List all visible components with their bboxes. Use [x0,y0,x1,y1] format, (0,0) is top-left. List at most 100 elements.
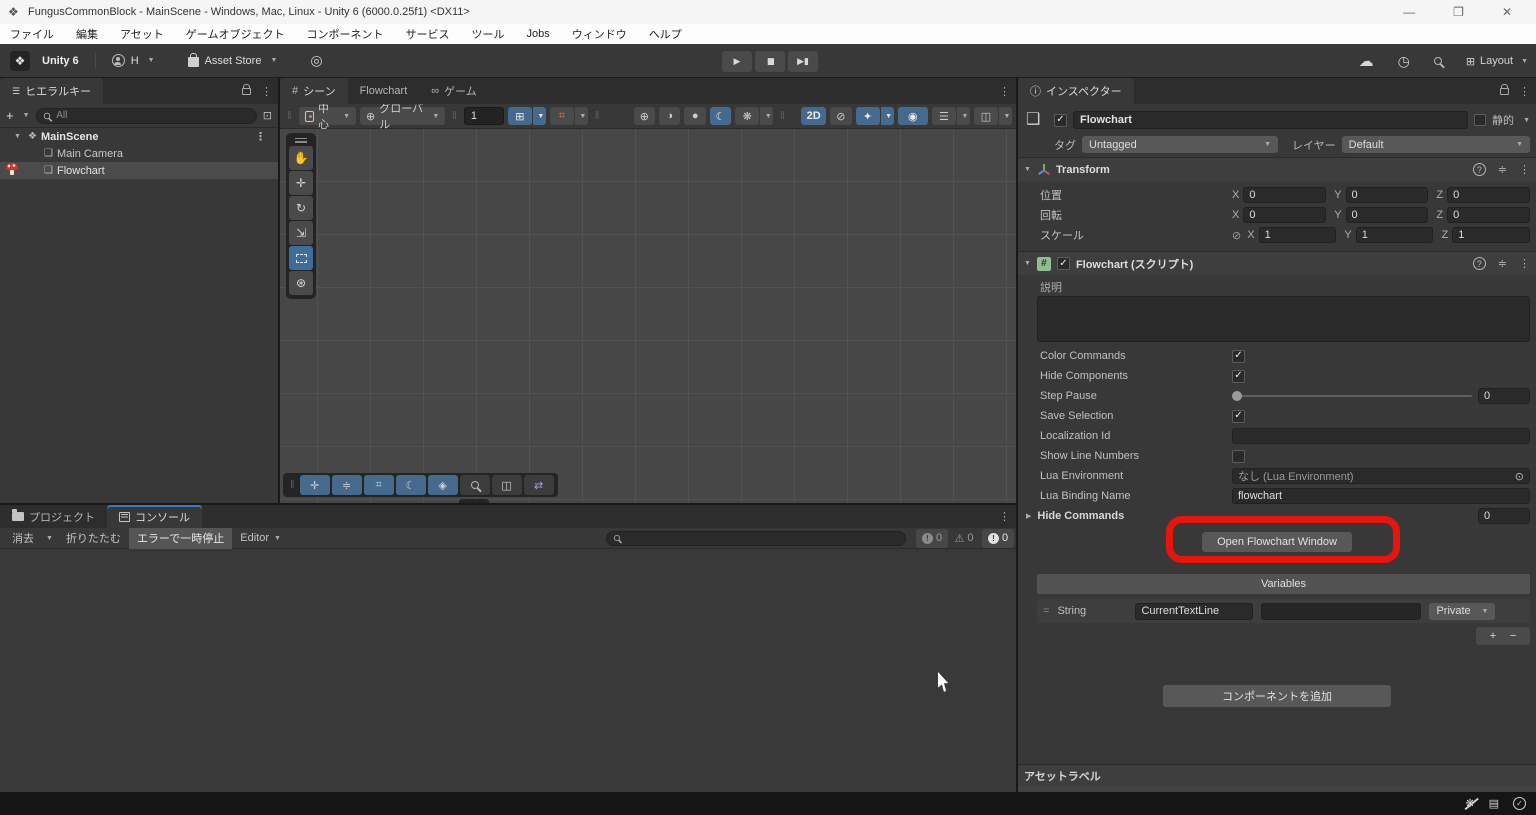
open-flowchart-window-button[interactable]: Open Flowchart Window [1202,532,1352,552]
account-dropdown-icon[interactable]: ▼ [148,57,155,64]
menu-help[interactable]: ヘルプ [649,26,682,42]
flowchart-component-header[interactable]: ▼ # ✓ Flowchart (スクリプト) ? ≑ ⋮ [1018,251,1536,275]
effects-toggle[interactable]: ✦ [856,107,880,125]
drag-handle-icon[interactable]: ‖ [287,110,292,122]
divider[interactable] [1016,78,1018,792]
show-line-numbers-checkbox[interactable] [1232,450,1245,463]
menu-assets[interactable]: アセット [120,26,164,42]
menu-edit[interactable]: 編集 [76,26,98,42]
help-icon[interactable]: ? [1473,163,1486,176]
layers-dropdown-icon[interactable]: ▼ [957,107,970,125]
transform-header[interactable]: ▼ Transform ? ≑ ⋮ [1018,157,1536,181]
tab-scene[interactable]: # シーン [280,78,348,104]
cache-stack-icon[interactable]: ▤ [1489,797,1499,810]
effects-dropdown-icon[interactable]: ▼ [881,107,894,125]
minimize-button[interactable]: — [1403,5,1415,19]
overlay-tools-toggle[interactable]: ✛ [300,475,330,495]
asset-store-dropdown-icon[interactable]: ▼ [270,57,277,64]
2d-toggle[interactable]: 2D [801,107,826,125]
console-log-area[interactable] [0,554,1016,790]
lighting-off-toggle[interactable]: ⊘ [830,107,851,125]
transform-tool-button[interactable]: ⊛ [289,271,313,295]
drag-handle-icon[interactable]: ‖ [290,479,295,491]
kebab-menu-icon[interactable]: ⋮ [1519,163,1530,176]
scene-viewport[interactable]: ✋ ✛ ↻ ⇲ ⊛ ‖ ✛ ≑ ⌗ ☾ ◈ ◫ ⇄ [280,129,1016,504]
constrain-proportions-icon[interactable]: ⊘ [1232,229,1241,242]
component-enabled-checkbox[interactable]: ✓ [1057,257,1070,270]
grid-size-input[interactable] [464,107,504,125]
overlay-cameras-toggle[interactable]: ◫ [492,475,522,495]
variable-scope-dropdown[interactable]: Private ▼ [1429,603,1495,620]
scale-y-input[interactable] [1356,227,1434,243]
gameobject-icon[interactable]: ❑ [1026,109,1048,131]
tab-project[interactable]: プロジェクト [0,505,107,528]
kebab-menu-icon[interactable]: ⋮ [999,510,1010,523]
presets-icon[interactable]: ≑ [1498,163,1507,176]
add-object-dropdown-icon[interactable]: ▼ [23,112,30,119]
play-button[interactable]: ▶ [722,51,752,72]
cloud-icon[interactable]: ☁ [1359,52,1374,70]
editor-dropdown[interactable]: Editor ▼ [232,528,289,549]
scale-z-input[interactable] [1452,227,1530,243]
menu-services[interactable]: サービス [405,26,449,42]
static-checkbox[interactable] [1474,114,1486,126]
localization-id-input[interactable] [1232,428,1530,444]
lock-icon[interactable] [242,88,251,95]
drag-handle-icon[interactable]: = [1043,605,1049,617]
tab-console[interactable]: コンソール [107,505,202,528]
pause-button[interactable]: ▮▮ [755,51,785,72]
position-z-input[interactable] [1447,187,1530,203]
step-pause-input[interactable] [1478,388,1530,404]
tag-dropdown[interactable]: Untagged ▼ [1082,136,1278,153]
debug-bug-button[interactable]: ❋ [735,107,759,125]
foldout-icon[interactable]: ▶ [1026,512,1031,520]
info-count-toggle[interactable]: ! 0 [916,529,948,548]
move-tool-button[interactable]: ✛ [289,171,313,195]
add-component-button[interactable]: コンポーネントを追加 [1163,685,1391,707]
gameobject-name-input[interactable] [1073,111,1468,129]
grid-snap-dropdown-icon[interactable]: ▼ [533,107,546,125]
overlay-orientation-toggle[interactable]: ◈ [428,475,458,495]
kebab-menu-icon[interactable]: ⋮ [1519,85,1530,98]
shaded-mode-button[interactable]: ● [684,107,705,125]
collapse-toggle[interactable]: 折りたたむ [58,528,129,549]
console-search[interactable] [606,531,906,546]
rotation-z-input[interactable] [1447,207,1530,223]
foldout-icon[interactable]: ▼ [14,133,21,140]
tab-game[interactable]: ∞ ゲーム [419,78,489,104]
layers-button[interactable]: ☰ [932,107,956,125]
hierarchy-search-input[interactable] [54,109,250,122]
rotation-x-input[interactable] [1243,207,1326,223]
hierarchy-row-flowchart[interactable]: ❑ Flowchart [0,162,278,179]
menu-jobs[interactable]: Jobs [526,28,549,40]
history-icon[interactable]: ◷ [1398,53,1410,70]
kebab-menu-icon[interactable]: ⋮ [1519,257,1530,270]
save-selection-checkbox[interactable]: ✓ [1232,410,1245,423]
asset-store-button[interactable]: Asset Store [205,55,262,67]
presets-icon[interactable]: ≑ [1498,257,1507,270]
remove-variable-button[interactable]: − [1510,630,1516,642]
warning-count-toggle[interactable]: ⚠ 0 [948,529,980,548]
variable-key-input[interactable] [1135,603,1253,620]
position-y-input[interactable] [1346,187,1429,203]
scene-picker-icon[interactable]: ⊡ [263,109,272,122]
camera-dropdown-icon[interactable]: ▼ [999,107,1012,125]
foldout-icon[interactable]: ▼ [1024,166,1031,173]
shaded-wireframe-mode-button[interactable]: ◑ [659,107,680,125]
menu-file[interactable]: ファイル [10,26,54,42]
scene-lighting-toggle[interactable]: ☾ [710,107,731,125]
object-picker-icon[interactable]: ⊙ [1515,470,1524,483]
kebab-menu-icon[interactable]: ⋮ [261,85,272,98]
hierarchy-row-mainscene[interactable]: ▼ ❖ MainScene ⋮ [0,128,278,145]
snap-increment-dropdown-icon[interactable]: ▼ [575,107,588,125]
hide-components-checkbox[interactable]: ✓ [1232,370,1245,383]
foldout-icon[interactable]: ▼ [1024,260,1031,267]
snap-increment-toggle[interactable]: ⌗ [550,107,574,125]
lua-environment-object-field[interactable]: なし (Lua Environment) ⊙ [1232,468,1530,484]
divider[interactable] [0,503,1016,505]
static-dropdown-icon[interactable]: ▼ [1523,117,1530,124]
lua-binding-name-input[interactable] [1232,488,1530,504]
hierarchy-search[interactable] [36,108,257,124]
help-icon[interactable]: ? [1473,257,1486,270]
console-search-input[interactable] [625,530,899,547]
